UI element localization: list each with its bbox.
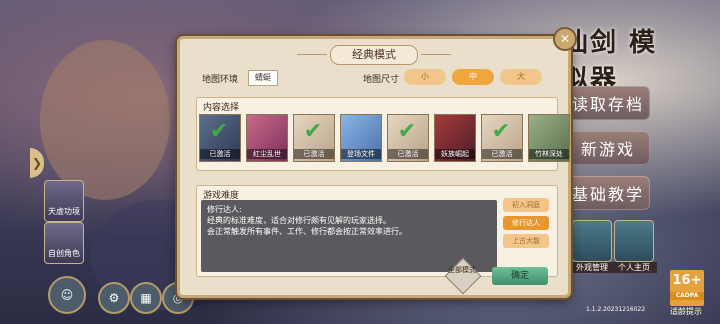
card-label: 已激活 <box>294 149 334 159</box>
card-label: 已激活 <box>482 149 522 159</box>
env-selector[interactable]: 蜻蜓 <box>248 70 278 86</box>
age-sub: CADPA <box>670 292 704 300</box>
difficulty-normal-button[interactable]: 修行达人 <box>503 216 549 230</box>
version-text: 1.1.2.20231216022 <box>586 306 646 313</box>
classic-mode-dialog: 经典模式 ✕ 地图环境 蜻蜓 地图尺寸 小 中 大 内容选择 ✔ 已激活 红尘乱… <box>177 27 577 298</box>
new-game-button[interactable]: 新游戏 <box>566 131 650 165</box>
card-label: 竹林深处 <box>529 149 569 159</box>
difficulty-section: 游戏难度 修行达人: 经典的标准难度，适合对修行颇有见解的玩家选择。 会正常触发… <box>196 185 558 277</box>
card-label: 妖族崛起 <box>435 149 475 159</box>
side-card-1-label: 天虚功境 <box>48 207 80 216</box>
age-rating: 16+ <box>672 273 702 288</box>
size-options: 小 中 大 <box>404 69 542 87</box>
all-modes-label: 全部模式 <box>448 266 476 274</box>
card-label: 已激活 <box>200 149 240 159</box>
check-icon: ✔ <box>491 119 511 144</box>
difficulty-desc-2: 会正常触发所有事件、工作、修行都会按正常效率进行。 <box>207 227 407 236</box>
difficulty-options: 初入洞庭 修行达人 上古大能 <box>503 198 549 248</box>
difficulty-easy-button[interactable]: 初入洞庭 <box>503 198 549 212</box>
content-card[interactable]: 红尘乱世 <box>246 114 288 162</box>
content-card[interactable]: 竹林深处 <box>528 114 570 162</box>
load-save-button[interactable]: 读取存档 <box>566 86 650 120</box>
difficulty-desc-1: 经典的标准难度，适合对修行颇有见解的玩家选择。 <box>207 216 391 225</box>
appearance-shortcut[interactable]: 外观管理 <box>569 220 615 273</box>
gallery-icon[interactable]: ▦ <box>130 282 162 314</box>
content-card[interactable]: ✔ 已激活 <box>387 114 429 162</box>
content-card[interactable]: ✔ 已激活 <box>199 114 241 162</box>
difficulty-name: 修行达人: <box>207 205 242 214</box>
content-card[interactable]: ✔ 已激活 <box>481 114 523 162</box>
card-label: 红尘乱世 <box>247 149 287 159</box>
avatar-icon[interactable]: ☺ <box>48 276 86 314</box>
card-label: 已激活 <box>388 149 428 159</box>
difficulty-hard-button[interactable]: 上古大能 <box>503 234 549 248</box>
content-title: 内容选择 <box>203 103 240 113</box>
age-tip: 适龄提示 <box>670 307 702 316</box>
homepage-shortcut[interactable]: 个人主页 <box>611 220 657 273</box>
content-cards: ✔ 已激活 红尘乱世 ✔ 已激活 登场文件 ✔ 已激活 妖族崛起 ✔ 已激活 竹… <box>199 114 570 162</box>
size-small-button[interactable]: 小 <box>404 69 446 85</box>
check-icon: ✔ <box>209 119 229 144</box>
content-card[interactable]: 妖族崛起 <box>434 114 476 162</box>
size-label: 地图尺寸 <box>363 75 400 85</box>
side-card-2-label: 自创角色 <box>48 249 80 258</box>
check-icon: ✔ <box>303 119 323 144</box>
basic-tutorial-button[interactable]: 基础教学 <box>566 176 650 210</box>
game-logo: 仙剑 模拟器 <box>562 28 658 95</box>
appearance-label: 外观管理 <box>569 262 615 273</box>
confirm-button[interactable]: 确定 <box>492 267 548 285</box>
difficulty-description: 修行达人: 经典的标准难度，适合对修行颇有见解的玩家选择。 会正常触发所有事件、… <box>201 200 497 272</box>
check-icon: ✔ <box>397 119 417 144</box>
bg-figure-left <box>40 40 170 200</box>
size-medium-button[interactable]: 中 <box>452 69 494 85</box>
size-large-button[interactable]: 大 <box>500 69 542 85</box>
close-icon[interactable]: ✕ <box>553 27 577 51</box>
card-label: 登场文件 <box>341 149 381 159</box>
homepage-label: 个人主页 <box>611 262 657 273</box>
env-label: 地图环境 <box>202 75 239 85</box>
content-section: 内容选择 ✔ 已激活 红尘乱世 ✔ 已激活 登场文件 ✔ 已激活 妖族崛起 ✔ … <box>196 97 570 171</box>
age-rating-badge: 16+ CADPA <box>670 270 704 306</box>
content-card[interactable]: 登场文件 <box>340 114 382 162</box>
settings-icon[interactable]: ⚙ <box>98 282 130 314</box>
content-card[interactable]: ✔ 已激活 <box>293 114 335 162</box>
dialog-title: 经典模式 <box>297 45 451 65</box>
